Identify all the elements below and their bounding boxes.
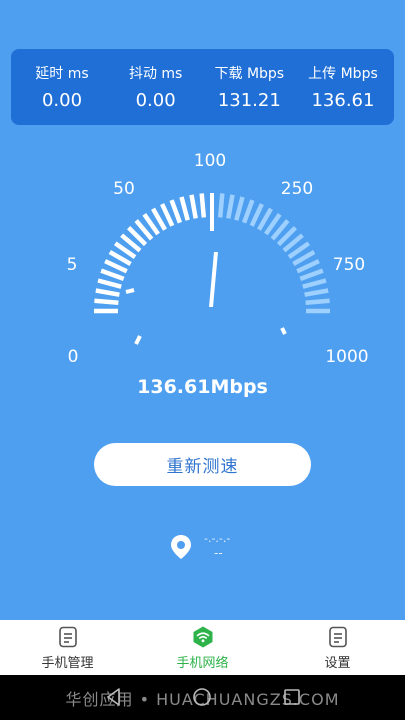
nav-item-settings[interactable]: 设置 xyxy=(270,620,405,675)
location-pin-icon xyxy=(171,535,191,559)
bottom-nav: 手机管理 手机网络 设置 xyxy=(0,620,405,675)
gauge-needle xyxy=(209,252,218,307)
nav-label: 手机管理 xyxy=(41,656,94,671)
gauge-tick xyxy=(249,203,264,227)
gauge-scale-label: 50 xyxy=(113,179,135,199)
gauge-scale-label: 0 xyxy=(68,347,79,367)
gauge-tick xyxy=(302,278,327,289)
gauge-tick xyxy=(97,278,122,289)
speed-gauge: 0 5 50 100 250 750 1000 xyxy=(67,151,369,367)
nav-label: 设置 xyxy=(324,656,351,671)
gauge-tick xyxy=(100,268,125,282)
gauge-tick xyxy=(160,203,175,227)
speed-readout: 136.61Mbps xyxy=(137,376,268,398)
gauge-tick xyxy=(299,268,324,282)
recents-icon[interactable] xyxy=(282,687,302,707)
gauge-scale-label: 250 xyxy=(281,179,313,199)
gauge-tick xyxy=(199,193,207,218)
back-icon[interactable] xyxy=(104,687,124,707)
location-sub: -- xyxy=(214,546,223,560)
gauge-tick xyxy=(226,194,235,219)
gauge-tick xyxy=(134,335,142,345)
gauge-tick xyxy=(94,298,119,306)
gauge-tick xyxy=(217,193,225,218)
gauge-tick xyxy=(125,288,135,294)
document-icon xyxy=(328,626,347,648)
gauge-tick xyxy=(280,327,287,335)
gauge-scale-label: 1000 xyxy=(325,347,368,367)
gauge-tick xyxy=(304,288,329,297)
gauge-tick xyxy=(189,194,198,219)
gauge-tick xyxy=(95,288,120,297)
gauge-tick xyxy=(179,196,190,221)
gauge-tick xyxy=(169,199,183,224)
gauge-ticks xyxy=(94,193,330,345)
wifi-icon xyxy=(193,626,212,648)
gauge-scale-label: 750 xyxy=(333,255,365,275)
gauge-tick xyxy=(241,199,255,224)
home-icon[interactable] xyxy=(192,687,212,707)
gauge-scale-label: 100 xyxy=(194,151,226,171)
gauge-tick xyxy=(234,196,245,221)
gauge-tick xyxy=(305,298,330,306)
nav-item-phone-network[interactable]: 手机网络 xyxy=(135,620,270,675)
nav-label: 手机网络 xyxy=(176,656,229,671)
location-name: -.-.-.- xyxy=(204,532,231,545)
document-icon xyxy=(58,626,77,648)
gauge-tick xyxy=(104,259,128,274)
location-info: -.-.-.- -- xyxy=(170,532,250,562)
gauge-tick xyxy=(296,259,320,274)
gauge-scale-label: 5 xyxy=(67,255,78,275)
gauge-scale-labels: 0 5 50 100 250 750 1000 xyxy=(67,151,369,367)
nav-item-phone-manage[interactable]: 手机管理 xyxy=(0,620,135,675)
retest-button[interactable]: 重新测速 xyxy=(94,443,311,486)
